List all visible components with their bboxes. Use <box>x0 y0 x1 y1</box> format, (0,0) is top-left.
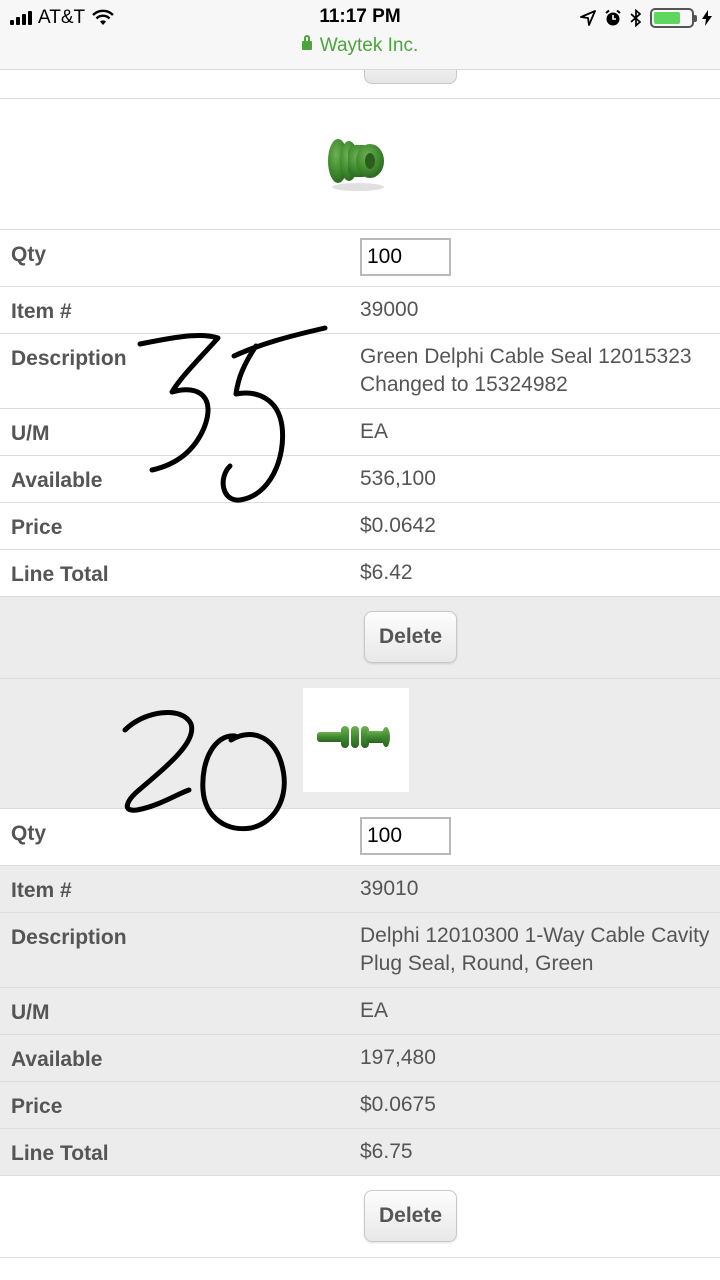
site-name: Waytek Inc. <box>319 35 419 56</box>
delete-row: Delete <box>0 1175 720 1257</box>
available-row: Available 536,100 <box>0 455 720 502</box>
item-number-row: Item # 39010 <box>0 865 720 912</box>
description-row: Description Delphi 12010300 1-Way Cable … <box>0 912 720 987</box>
item-number-label: Item # <box>11 300 72 323</box>
description-value: Delphi 12010300 1-Way Cable Cavity Plug … <box>360 924 710 975</box>
available-value: 536,100 <box>360 467 436 490</box>
status-bar: AT&T 11:17 PM Waytek Inc. <box>0 0 720 70</box>
line-total-label: Line Total <box>11 1142 109 1165</box>
item-number-value: 39010 <box>360 877 419 900</box>
divider <box>0 1257 720 1258</box>
item-number-value: 39000 <box>360 298 419 321</box>
price-value: $0.0642 <box>360 514 436 537</box>
line-total-value: $6.42 <box>360 561 413 584</box>
url-bar[interactable]: Waytek Inc. <box>0 35 720 57</box>
line-total-row: Line Total $6.75 <box>0 1128 720 1175</box>
price-label: Price <box>11 516 63 539</box>
available-row: Available 197,480 <box>0 1034 720 1081</box>
bluetooth-icon <box>630 9 642 27</box>
charging-bolt-icon <box>702 10 712 26</box>
description-row: Description Green Delphi Cable Seal 1201… <box>0 333 720 408</box>
line-total-row: Line Total $6.42 <box>0 549 720 596</box>
line-total-value: $6.75 <box>360 1140 413 1163</box>
qty-row: Qty <box>0 808 720 865</box>
um-value: EA <box>360 420 389 443</box>
price-row: Price $0.0675 <box>0 1081 720 1128</box>
description-value: Green Delphi Cable Seal 12015323 Changed… <box>360 345 692 396</box>
cable-seal-image <box>328 139 384 191</box>
qty-label: Qty <box>11 243 47 266</box>
description-label: Description <box>11 347 127 370</box>
price-label: Price <box>11 1095 63 1118</box>
plug-seal-graphic <box>317 726 390 748</box>
price-row: Price $0.0642 <box>0 502 720 549</box>
um-label: U/M <box>11 422 50 445</box>
um-row: U/M EA <box>0 408 720 455</box>
lock-icon <box>301 35 312 50</box>
um-row: U/M EA <box>0 987 720 1034</box>
delete-button[interactable]: Delete <box>364 1190 457 1242</box>
product-image-row <box>0 99 720 229</box>
available-label: Available <box>11 469 103 492</box>
product-image-row <box>0 678 720 808</box>
location-arrow-icon <box>580 10 596 26</box>
qty-label: Qty <box>11 822 47 845</box>
description-label: Description <box>11 926 127 949</box>
alarm-clock-icon <box>605 9 621 26</box>
qty-row: Qty <box>0 229 720 286</box>
plug-seal-image <box>303 688 409 792</box>
um-label: U/M <box>11 1001 50 1024</box>
um-value: EA <box>360 999 389 1022</box>
item-number-label: Item # <box>11 879 72 902</box>
delete-button[interactable]: Delete <box>364 611 457 663</box>
qty-input[interactable] <box>360 238 451 276</box>
available-label: Available <box>11 1048 103 1071</box>
line-total-label: Line Total <box>11 563 109 586</box>
item-number-row: Item # 39000 <box>0 286 720 333</box>
delete-row: Delete <box>0 596 720 678</box>
available-value: 197,480 <box>360 1046 436 1069</box>
qty-input[interactable] <box>360 817 451 855</box>
battery-icon <box>650 8 697 28</box>
price-value: $0.0675 <box>360 1093 436 1116</box>
